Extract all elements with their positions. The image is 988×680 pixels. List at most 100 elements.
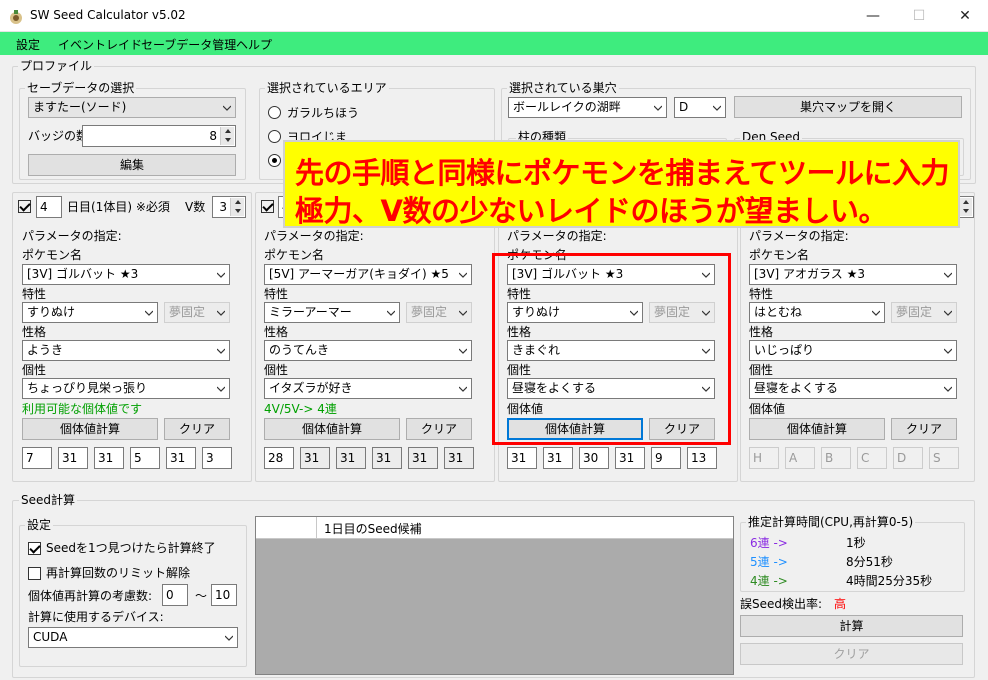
col2-iv-input-4[interactable]: 31	[408, 447, 438, 469]
recalc-min-input[interactable]: 0	[162, 584, 188, 606]
col4-iv-input-1[interactable]: A	[785, 447, 815, 469]
col2-ability-combo[interactable]: ミラーアーマー	[264, 302, 400, 323]
col1-fixed-dream-combo[interactable]: 夢固定	[164, 302, 230, 323]
col3-iv-input-3[interactable]: 31	[615, 447, 645, 469]
spin-up-icon[interactable]	[958, 198, 972, 207]
col4-iv-input-4[interactable]: D	[893, 447, 923, 469]
col1-day-input[interactable]: 4	[36, 196, 62, 218]
col4-fixed-dream-combo[interactable]: 夢固定	[891, 302, 957, 323]
col1-iv-input-1[interactable]: 31	[58, 447, 88, 469]
chevron-down-icon	[459, 272, 467, 278]
col2-enable-checkbox[interactable]	[261, 200, 274, 213]
col2-iv-input-1[interactable]: 31	[300, 447, 330, 469]
spin-up-icon[interactable]	[230, 198, 244, 207]
area-radio-galar[interactable]	[268, 106, 281, 119]
col4-nature-label: 性格	[749, 325, 774, 339]
den-map-button[interactable]: 巣穴マップを開く	[734, 96, 962, 118]
seed-clear-button[interactable]: クリア	[740, 643, 963, 665]
col1-pokemon-combo[interactable]: [3V] ゴルバット ★3	[22, 264, 230, 285]
col1-enable-checkbox[interactable]	[18, 200, 31, 213]
col3-iv-input-0[interactable]: 31	[507, 447, 537, 469]
col4-characteristic-combo[interactable]: 昼寝をよくする	[749, 378, 957, 399]
col1-characteristic-combo[interactable]: ちょっぴり見栄っ張り	[22, 378, 230, 399]
stop-on-find-checkbox[interactable]	[28, 542, 41, 555]
col2-iv-input-2[interactable]: 31	[336, 447, 366, 469]
col4-iv-input-3[interactable]: C	[857, 447, 887, 469]
col4-ability-combo[interactable]: はとむね	[749, 302, 885, 323]
col4-params-label: パラメータの指定:	[749, 229, 849, 243]
maximize-button[interactable]: ☐	[896, 0, 942, 32]
col1-clear-button[interactable]: クリア	[164, 418, 230, 440]
spin-down-icon[interactable]	[230, 207, 244, 216]
col4-clear-button[interactable]: クリア	[891, 418, 957, 440]
col1-nature-combo[interactable]: ようき	[22, 340, 230, 361]
col2-characteristic-label: 個性	[264, 363, 289, 377]
chevron-down-icon	[217, 348, 225, 354]
col1-pokemon-label: ポケモン名	[22, 248, 83, 262]
col2-iv-input-3[interactable]: 31	[372, 447, 402, 469]
app-icon	[10, 10, 22, 24]
col1-iv-input-5[interactable]: 3	[202, 447, 232, 469]
col2-nature-combo[interactable]: のうてんき	[264, 340, 472, 361]
estimate-5-value: 8分51秒	[846, 555, 893, 569]
seed-result-grid[interactable]: 1日目のSeed候補	[255, 516, 734, 675]
badges-stepper[interactable]: 8	[82, 125, 236, 147]
badges-value: 8	[209, 129, 217, 143]
col3-iv-input-1[interactable]: 31	[543, 447, 573, 469]
den-location-combo[interactable]: ボールレイクの湖畔	[508, 97, 667, 118]
spin-up-icon[interactable]	[220, 127, 234, 136]
profile-label: プロファイル	[18, 59, 95, 73]
area-radio-third[interactable]	[268, 154, 281, 167]
chevron-down-icon	[872, 310, 880, 316]
col1-ability-combo[interactable]: すりぬけ	[22, 302, 158, 323]
col2-pokemon-combo[interactable]: [5V] アーマーガア(キョダイ) ★5	[264, 264, 472, 285]
menu-event-raid[interactable]: イベントレイド	[58, 36, 142, 53]
unlimit-checkbox[interactable]	[28, 567, 41, 580]
menu-settings[interactable]: 設定	[16, 36, 40, 53]
chevron-down-icon	[713, 105, 721, 111]
menu-help[interactable]: ヘルプ	[236, 36, 272, 53]
col3-iv-input-5[interactable]: 13	[687, 447, 717, 469]
area-radio-armor[interactable]	[268, 130, 281, 143]
col1-iv-input-0[interactable]: 7	[22, 447, 52, 469]
estimate-6-key: 6連 ->	[750, 536, 788, 550]
col1-v-stepper[interactable]: 3	[212, 196, 246, 218]
col4-iv-input-0[interactable]: H	[749, 447, 779, 469]
col2-clear-button[interactable]: クリア	[406, 418, 472, 440]
device-combo[interactable]: CUDA	[28, 627, 238, 648]
col4-nature-combo[interactable]: いじっぱり	[749, 340, 957, 361]
col2-characteristic-combo[interactable]: イタズラが好き	[264, 378, 472, 399]
col3-iv-input-2[interactable]: 30	[579, 447, 609, 469]
col2-pokemon-value: [5V] アーマーガア(キョダイ) ★5	[269, 267, 449, 281]
col4-iv-input-5[interactable]: S	[929, 447, 959, 469]
col1-calc-iv-button[interactable]: 個体値計算	[22, 418, 158, 440]
recalc-max-input[interactable]: 10	[211, 584, 237, 606]
chevron-down-icon	[459, 386, 467, 392]
col4-iv-input-2[interactable]: B	[821, 447, 851, 469]
close-button[interactable]: ✕	[942, 0, 988, 32]
col1-iv-input-2[interactable]: 31	[94, 447, 124, 469]
col1-iv-input-4[interactable]: 31	[166, 447, 196, 469]
col3-iv-input-4[interactable]: 9	[651, 447, 681, 469]
col2-iv-input-5[interactable]: 31	[444, 447, 474, 469]
col4-pokemon-label: ポケモン名	[749, 248, 810, 262]
spin-down-icon[interactable]	[220, 136, 234, 145]
den-letter-combo[interactable]: D	[674, 97, 726, 118]
minimize-button[interactable]: —	[850, 0, 896, 32]
col1-iv-input-3[interactable]: 5	[130, 447, 160, 469]
col4-pokemon-combo[interactable]: [3V] アオガラス ★3	[749, 264, 957, 285]
col2-iv-input-0[interactable]: 28	[264, 447, 294, 469]
spin-down-icon[interactable]	[958, 207, 972, 216]
col2-fixed-dream-combo[interactable]: 夢固定	[406, 302, 472, 323]
device-label: 計算に使用するデバイス:	[28, 610, 164, 624]
col1-status-text: 利用可能な個体値です	[22, 402, 143, 416]
col4-calc-iv-button[interactable]: 個体値計算	[749, 418, 885, 440]
menu-save-data[interactable]: セーブデータ管理	[141, 36, 236, 53]
col1-fixed-dream-value: 夢固定	[169, 305, 206, 319]
calculate-button[interactable]: 計算	[740, 615, 963, 637]
col2-calc-iv-button[interactable]: 個体値計算	[264, 418, 400, 440]
edit-button[interactable]: 編集	[28, 154, 236, 176]
col1-nature-value: ようき	[27, 343, 64, 357]
save-select-combo[interactable]: ますたー(ソード)	[28, 97, 236, 118]
device-value: CUDA	[33, 630, 68, 644]
